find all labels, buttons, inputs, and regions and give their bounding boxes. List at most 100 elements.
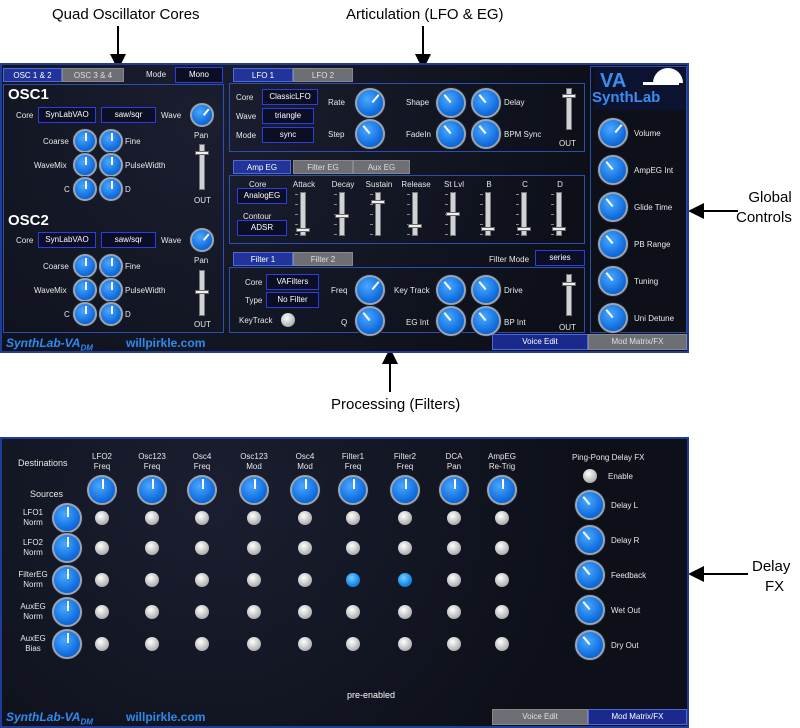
eg-slider-cap-3[interactable]: [408, 224, 422, 228]
filter-keytrack-toggle[interactable]: [281, 313, 295, 327]
src-knob-2[interactable]: [52, 565, 82, 595]
eg-slider-cap-2[interactable]: [371, 200, 385, 204]
tab-aux-eg[interactable]: Aux EG: [353, 160, 410, 174]
osc2-wave-select[interactable]: saw/sqr: [101, 232, 156, 248]
matrix-cell-2-4[interactable]: [298, 573, 312, 587]
filter-out-fader-track[interactable]: [566, 274, 572, 316]
filter-drive-knob[interactable]: [471, 275, 501, 305]
delay-knob-1[interactable]: [575, 525, 605, 555]
osc1-wave-select[interactable]: saw/sqr: [101, 107, 156, 123]
matrix-cell-1-7[interactable]: [447, 541, 461, 555]
lfo-core-select[interactable]: ClassicLFO: [262, 89, 318, 105]
osc2-wavemix-knob[interactable]: [73, 278, 97, 302]
delay-knob-2[interactable]: [575, 560, 605, 590]
lfo-bpmsync-knob[interactable]: [471, 119, 501, 149]
tab-filter-2[interactable]: Filter 2: [293, 252, 353, 266]
matrix-cell-3-0[interactable]: [95, 605, 109, 619]
osc1-c-knob[interactable]: [73, 177, 97, 201]
osc1-pulsewidth-knob[interactable]: [99, 153, 123, 177]
dest-knob-2[interactable]: [187, 475, 217, 505]
tab-amp-eg[interactable]: Amp EG: [233, 160, 291, 174]
global-knob-2[interactable]: [598, 192, 628, 222]
global-knob-3[interactable]: [598, 229, 628, 259]
tab-mod-matrix[interactable]: Mod Matrix/FX: [588, 334, 687, 350]
matrix-cell-4-5[interactable]: [346, 637, 360, 651]
matrix-cell-3-8[interactable]: [495, 605, 509, 619]
filter-q-knob[interactable]: [355, 306, 385, 336]
eg-contour-select[interactable]: ADSR: [237, 220, 287, 236]
matrix-cell-1-3[interactable]: [247, 541, 261, 555]
osc1-out-fader-cap[interactable]: [195, 151, 209, 155]
eg-slider-cap-4[interactable]: [446, 212, 460, 216]
matrix-cell-0-2[interactable]: [195, 511, 209, 525]
filter-core-select[interactable]: VAFilters: [266, 274, 319, 290]
src-knob-3[interactable]: [52, 597, 82, 627]
global-knob-0[interactable]: [598, 118, 628, 148]
matrix-cell-1-8[interactable]: [495, 541, 509, 555]
filter-out-fader-cap[interactable]: [562, 282, 576, 286]
eg-core-select[interactable]: AnalogEG: [237, 188, 287, 204]
dest-knob-8[interactable]: [487, 475, 517, 505]
eg-slider-track-2[interactable]: [375, 192, 381, 236]
filter-bp-int-knob[interactable]: [471, 306, 501, 336]
matrix-cell-0-4[interactable]: [298, 511, 312, 525]
matrix-cell-0-8[interactable]: [495, 511, 509, 525]
lfo-out-fader-cap[interactable]: [562, 94, 576, 98]
filter-eg-int-knob[interactable]: [436, 306, 466, 336]
matrix-cell-3-2[interactable]: [195, 605, 209, 619]
osc2-d-knob[interactable]: [99, 302, 123, 326]
lfo-shape-knob[interactable]: [436, 88, 466, 118]
tab-filter-eg[interactable]: Filter EG: [293, 160, 353, 174]
tab-lfo-1[interactable]: LFO 1: [233, 68, 293, 82]
delay-enable-toggle[interactable]: [583, 469, 597, 483]
matrix-cell-3-7[interactable]: [447, 605, 461, 619]
matrix-cell-2-1[interactable]: [145, 573, 159, 587]
lfo-rate-knob[interactable]: [355, 88, 385, 118]
matrix-cell-2-7[interactable]: [447, 573, 461, 587]
osc1-wave-knob[interactable]: [190, 103, 214, 127]
eg-slider-cap-5[interactable]: [481, 227, 495, 231]
eg-slider-cap-1[interactable]: [335, 214, 349, 218]
matrix-cell-2-5[interactable]: [346, 573, 360, 587]
matrix-cell-2-6[interactable]: [398, 573, 412, 587]
osc2-fine-knob[interactable]: [99, 254, 123, 278]
lfo-fadein-knob[interactable]: [436, 119, 466, 149]
eg-slider-cap-7[interactable]: [552, 227, 566, 231]
lfo-mode-select[interactable]: sync: [262, 127, 314, 143]
src-knob-1[interactable]: [52, 533, 82, 563]
website-link[interactable]: willpirkle.com: [126, 336, 205, 350]
eg-slider-track-3[interactable]: [412, 192, 418, 236]
delay-knob-0[interactable]: [575, 490, 605, 520]
global-knob-4[interactable]: [598, 266, 628, 296]
osc2-c-knob[interactable]: [73, 302, 97, 326]
matrix-cell-4-4[interactable]: [298, 637, 312, 651]
filter-type-select[interactable]: No Filter: [266, 292, 319, 308]
osc2-coarse-knob[interactable]: [73, 254, 97, 278]
eg-slider-cap-6[interactable]: [517, 227, 531, 231]
osc1-fine-knob[interactable]: [99, 129, 123, 153]
website-link-2[interactable]: willpirkle.com: [126, 710, 205, 724]
matrix-cell-4-3[interactable]: [247, 637, 261, 651]
matrix-cell-4-6[interactable]: [398, 637, 412, 651]
matrix-cell-1-4[interactable]: [298, 541, 312, 555]
filter-key-track-knob[interactable]: [436, 275, 466, 305]
matrix-cell-0-1[interactable]: [145, 511, 159, 525]
osc2-wave-knob[interactable]: [190, 228, 214, 252]
lfo-step-knob[interactable]: [355, 119, 385, 149]
matrix-cell-4-8[interactable]: [495, 637, 509, 651]
matrix-cell-4-7[interactable]: [447, 637, 461, 651]
dest-knob-5[interactable]: [338, 475, 368, 505]
matrix-cell-0-0[interactable]: [95, 511, 109, 525]
matrix-cell-0-3[interactable]: [247, 511, 261, 525]
osc1-d-knob[interactable]: [99, 177, 123, 201]
matrix-cell-2-3[interactable]: [247, 573, 261, 587]
matrix-cell-3-6[interactable]: [398, 605, 412, 619]
lfo-delay-knob[interactable]: [471, 88, 501, 118]
osc2-core-select[interactable]: SynLabVAO: [38, 232, 96, 248]
dest-knob-7[interactable]: [439, 475, 469, 505]
eg-slider-cap-0[interactable]: [296, 228, 310, 232]
tab-voice-edit-2[interactable]: Voice Edit: [492, 709, 588, 725]
tab-osc-1-2[interactable]: OSC 1 & 2: [3, 68, 62, 82]
src-knob-4[interactable]: [52, 629, 82, 659]
matrix-cell-4-1[interactable]: [145, 637, 159, 651]
